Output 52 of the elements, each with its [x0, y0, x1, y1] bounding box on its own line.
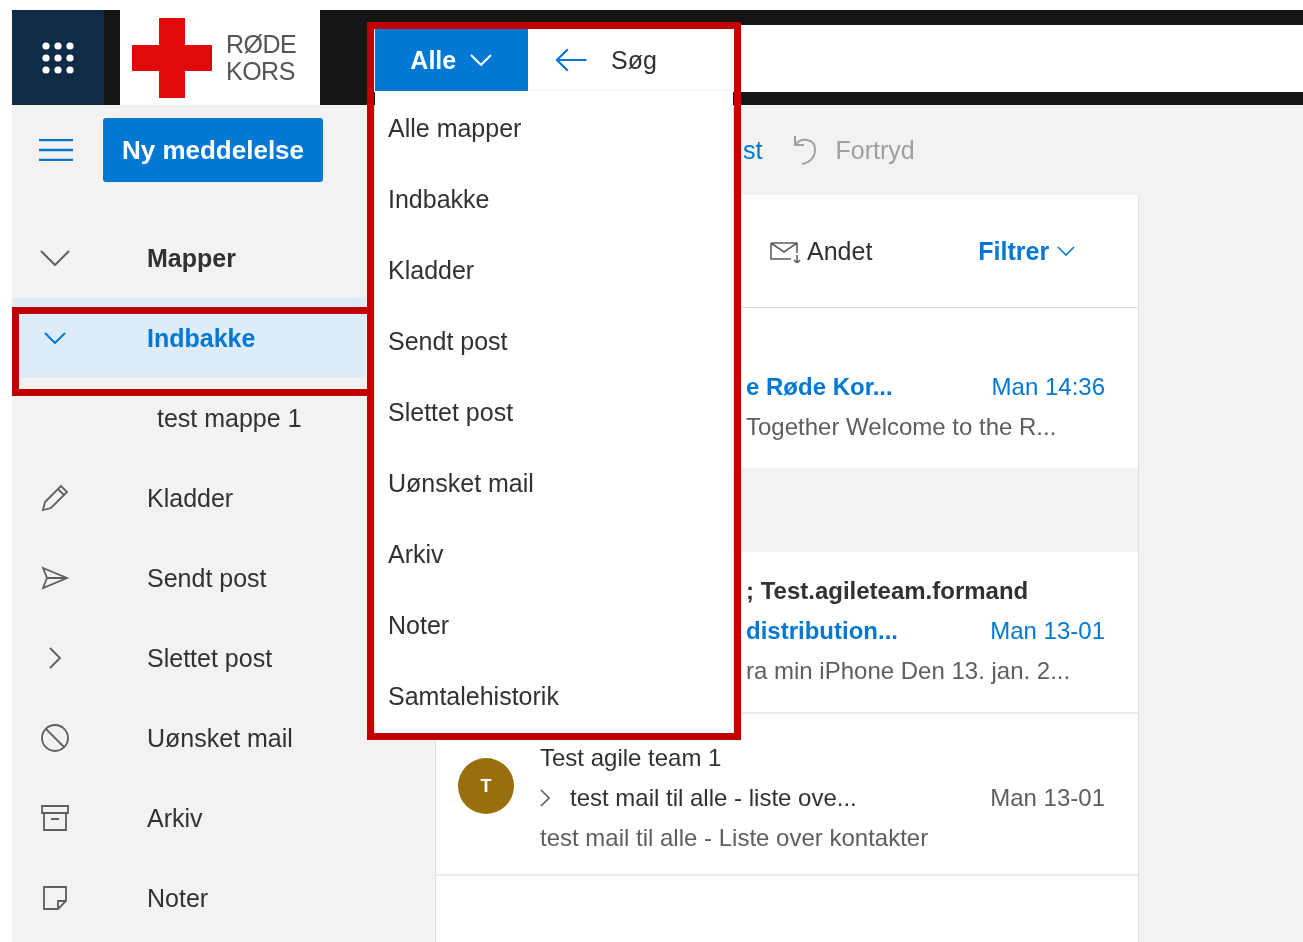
folder-item[interactable]: Uønsket mail [12, 698, 366, 778]
filter-button[interactable]: Filtrer [978, 236, 1076, 266]
avatar: T [458, 758, 514, 814]
send-icon [40, 566, 70, 590]
menu-icon[interactable] [39, 139, 73, 161]
cross-icon [132, 17, 212, 98]
app-launcher-button[interactable] [12, 10, 104, 105]
message-subject: e Røde Kor... [746, 372, 893, 402]
message-preview: Together Welcome to the R... [746, 412, 1058, 442]
sender-name: Test agile team 1 [540, 743, 723, 773]
menu-item[interactable]: Alle mapper [375, 93, 733, 164]
menu-item[interactable]: Indbakke [375, 164, 733, 235]
chevron-right-icon [540, 789, 550, 807]
message-subject: distribution... [746, 616, 898, 646]
menu-item[interactable]: Arkiv [375, 519, 733, 590]
folder-item[interactable]: Arkiv [12, 778, 366, 858]
menu-item[interactable]: Sendt post [375, 306, 733, 377]
waffle-icon [41, 40, 75, 75]
folder-item[interactable]: Noter [12, 858, 366, 938]
logo-text: KORS [226, 57, 296, 85]
folder-item[interactable]: Slettet post [12, 618, 366, 698]
folder-item[interactable]: Kladder [12, 458, 366, 538]
message-preview: test mail til alle - Liste over kontakter [540, 823, 930, 853]
message-time: Man 14:36 [991, 372, 1105, 402]
note-icon [40, 884, 70, 912]
new-message-button[interactable]: Ny meddelelse [103, 118, 323, 182]
archive-icon [40, 804, 70, 832]
chevron-down-icon [40, 250, 70, 266]
folder-item[interactable]: Indbakke [12, 298, 366, 378]
chevron-down-icon [1057, 246, 1076, 256]
message-row[interactable]: T Test agile team 1 test mail til alle - liste ove... Man 13-01 test mail til alle - Liste over kontakter [436, 714, 1138, 874]
chevron-down-icon [470, 54, 493, 66]
envelope-icon [769, 239, 801, 263]
other-tab[interactable]: Andet [769, 236, 873, 266]
menu-item[interactable]: Uønsket mail [375, 448, 733, 519]
menu-item[interactable]: Kladder [375, 235, 733, 306]
message-time: Man 13-01 [990, 783, 1105, 813]
message-preview: ra min iPhone Den 13. jan. 2... [746, 656, 1072, 686]
message-subject: test mail til alle - liste ove... [570, 783, 857, 813]
back-arrow-icon[interactable] [553, 47, 587, 73]
message-time: Man 13-01 [990, 616, 1105, 646]
menu-item[interactable]: Noter [375, 590, 733, 661]
sender-name: ; Test.agileteam.formand [746, 576, 1030, 606]
logo-text: RØDE [226, 30, 297, 58]
search-field[interactable]: Søg [609, 44, 733, 76]
menu-item[interactable]: Slettet post [375, 377, 733, 448]
blocked-icon [40, 723, 70, 753]
pencil-icon [40, 483, 70, 513]
scope-dropdown[interactable]: Alle [375, 29, 528, 91]
folder-item[interactable]: Sendt post [12, 538, 366, 618]
command-link[interactable]: st [743, 135, 763, 165]
folders-header[interactable]: Mapper [12, 218, 366, 298]
